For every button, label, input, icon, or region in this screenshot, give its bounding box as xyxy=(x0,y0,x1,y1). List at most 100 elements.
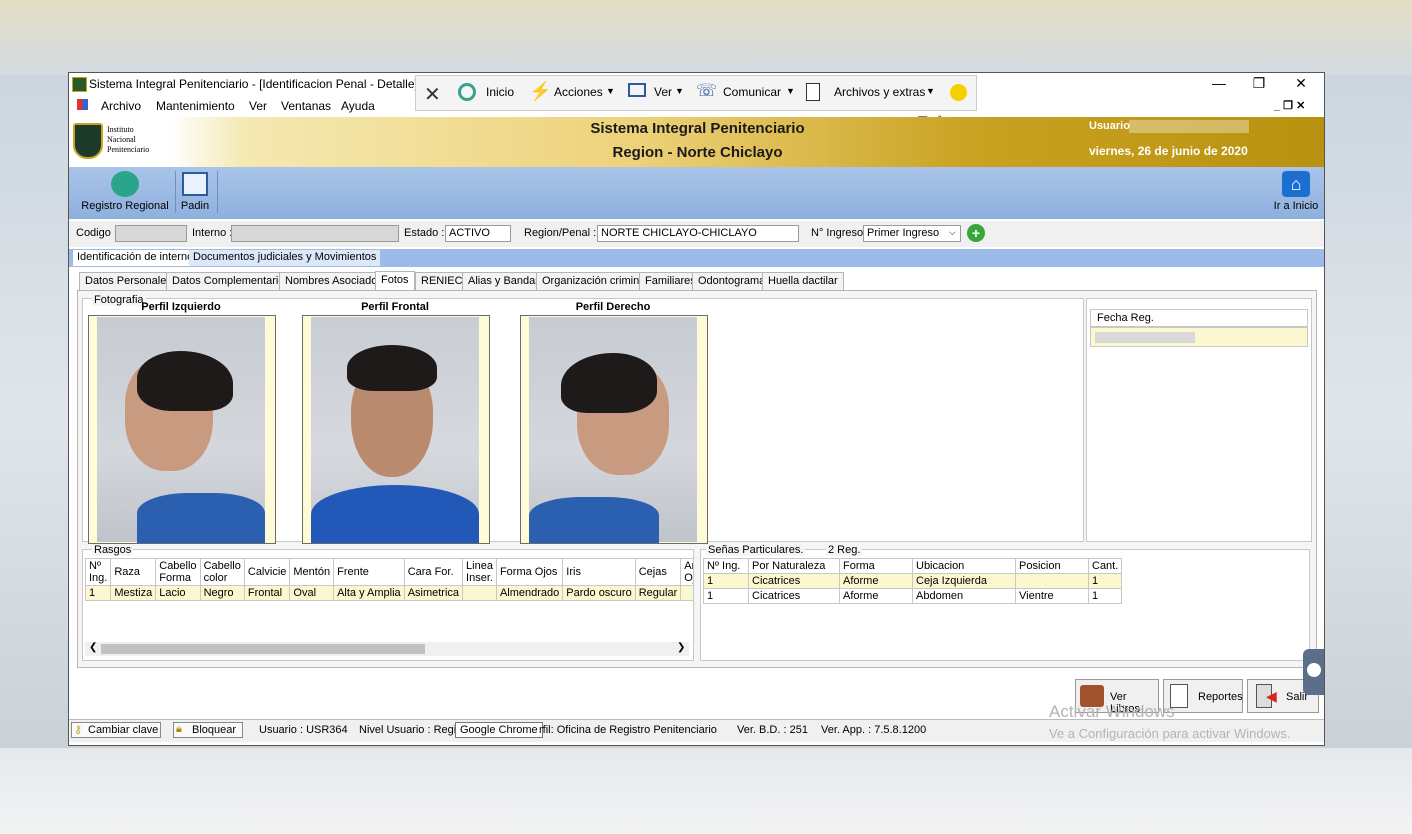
teamviewer-icon xyxy=(1307,663,1321,677)
acciones-chevron-icon: ▼ xyxy=(606,86,615,96)
nav-divider-2 xyxy=(217,171,218,213)
menu-ayuda[interactable]: Ayuda xyxy=(341,99,375,113)
interno-label: Interno : xyxy=(192,227,233,239)
tab-organizacion[interactable]: Organización criminal xyxy=(536,272,654,290)
table-row[interactable]: 1 Cicatrices Aforme Ceja Izquierda 1 xyxy=(703,573,1123,589)
table-row[interactable]: 1 Cicatrices Aforme Abdomen Vientre 1 xyxy=(703,588,1123,604)
mdi-controls[interactable]: _ ❐ ✕ xyxy=(1274,99,1305,112)
photo-right[interactable] xyxy=(520,315,708,544)
interno-field[interactable] xyxy=(231,225,399,242)
ingreso-select[interactable]: Primer Ingreso xyxy=(863,225,961,242)
remote-side-tab[interactable] xyxy=(1303,649,1324,695)
bloquear-button[interactable]: 🔒︎ Bloquear xyxy=(173,722,243,738)
reportes-button[interactable]: Reportes xyxy=(1163,679,1243,713)
scroll-left-icon[interactable]: ❮ xyxy=(89,642,97,653)
shirt-silhouette xyxy=(311,485,479,543)
cell-calvicie: Frontal xyxy=(243,585,291,601)
profile-left-image xyxy=(97,317,265,543)
cambiar-clave-button[interactable]: ⚷ Cambiar clave xyxy=(71,722,161,738)
shirt-silhouette xyxy=(137,493,265,543)
col-raza: Raza xyxy=(110,558,157,586)
header-banner: Instituto Nacional Penitenciario Sistema… xyxy=(69,117,1324,167)
rasgos-label: Rasgos xyxy=(92,544,134,556)
status-app: Ver. App. : 7.5.8.1200 xyxy=(821,724,927,736)
remote-acciones[interactable]: Acciones xyxy=(554,85,603,99)
photo-left[interactable] xyxy=(88,315,276,544)
photo-front[interactable] xyxy=(302,315,490,544)
senas-table: Nº Ing. Por Naturaleza Forma Ubicacion P… xyxy=(703,558,1123,604)
activation-watermark-text: Ve a Configuración para activar Windows. xyxy=(1049,726,1291,741)
tab-alias[interactable]: Alias y Bandas xyxy=(462,272,547,290)
status-perfil: rfil: Oficina de Registro Penitenciario xyxy=(539,724,717,736)
tab-odontograma[interactable]: Odontograma xyxy=(692,272,772,290)
add-icon[interactable]: + xyxy=(967,224,985,242)
cell-forma: Aforme xyxy=(839,588,913,604)
fecha-panel: Fecha Reg. xyxy=(1086,298,1312,542)
building-icon xyxy=(111,171,139,197)
col-linea: Linea Inser. xyxy=(462,558,497,586)
codigo-field[interactable] xyxy=(115,225,187,242)
col-naturaleza: Por Naturaleza xyxy=(748,558,840,574)
nav-bar: Registro Regional Padin ⌂ Ir a Inicio xyxy=(69,167,1324,219)
smiley-icon[interactable] xyxy=(950,84,967,101)
scroll-thumb[interactable] xyxy=(101,644,425,654)
lightning-icon: ⚡ xyxy=(529,81,552,101)
table-row[interactable]: 1 Mestiza Lacio Negro Frontal Oval Alta … xyxy=(84,585,693,601)
cell-ning: 1 xyxy=(703,588,749,604)
restore-button[interactable]: ❐ xyxy=(1244,75,1274,92)
shirt-silhouette xyxy=(529,497,659,543)
cell-iris: Pardo oscuro xyxy=(562,585,636,601)
perfil-frontal-label: Perfil Frontal xyxy=(361,301,429,313)
tab-reniec[interactable]: RENIEC xyxy=(415,272,469,290)
rasgos-hscrollbar[interactable]: ❮ ❯ xyxy=(85,642,689,656)
senas-group: Nº Ing. Por Naturaleza Forma Ubicacion P… xyxy=(700,549,1310,661)
senas-count: 2 Reg. xyxy=(826,544,863,556)
remote-toolbar: ✕ Inicio ⚡ Acciones ▼ Ver ▼ ☏ Comunicar … xyxy=(415,75,977,111)
tab-identificacion[interactable]: Identificación de interno xyxy=(73,250,198,266)
menu-ver[interactable]: Ver xyxy=(249,99,267,113)
cell-cara: Asimetrica xyxy=(403,585,464,601)
codigo-label: Codigo : xyxy=(76,227,117,239)
tab-datos-complementarios[interactable]: Datos Complementarios xyxy=(166,272,296,290)
padin-button[interactable]: Padin xyxy=(177,169,213,215)
cell-ubicacion: Abdomen xyxy=(912,588,1016,604)
tab-nombres-asociados[interactable]: Nombres Asociados xyxy=(279,272,389,290)
tab-huella[interactable]: Huella dactilar xyxy=(762,272,844,290)
remote-ver[interactable]: Ver xyxy=(654,85,672,99)
fecha-redacted xyxy=(1095,332,1195,343)
registro-regional-button[interactable]: Registro Regional xyxy=(77,169,173,215)
remote-close-icon[interactable]: ✕ xyxy=(424,82,441,107)
tab-datos-personales[interactable]: Datos Personales xyxy=(79,272,178,290)
col-cant: Cant. xyxy=(1087,558,1123,574)
nav-divider xyxy=(175,171,176,213)
reportes-label: Reportes xyxy=(1198,691,1243,703)
menu-archivo[interactable]: Archivo xyxy=(101,99,141,113)
remote-comunicar[interactable]: Comunicar xyxy=(723,85,781,99)
chrome-tooltip: Google Chrome xyxy=(455,722,543,738)
fecha-row[interactable] xyxy=(1090,327,1308,347)
home-label: Ir a Inicio xyxy=(1273,200,1319,212)
region-field[interactable]: NORTE CHICLAYO-CHICLAYO xyxy=(597,225,799,242)
remote-inicio[interactable]: Inicio xyxy=(486,85,514,99)
cell-anom-ojos xyxy=(680,585,693,601)
minimize-button[interactable]: — xyxy=(1204,75,1234,91)
header-date: viernes, 26 de junio de 2020 xyxy=(1089,144,1248,158)
col-forma: Forma xyxy=(839,558,913,574)
close-button[interactable]: ✕ xyxy=(1286,75,1316,92)
menu-ventanas[interactable]: Ventanas xyxy=(281,99,331,113)
estado-field[interactable]: ACTIVO xyxy=(445,225,511,242)
scroll-right-icon[interactable]: ❯ xyxy=(677,642,685,653)
registro-label: Registro Regional xyxy=(81,200,169,212)
home-button[interactable]: ⌂ Ir a Inicio xyxy=(1269,169,1323,215)
rasgos-header-row: Nº Ing. Raza Cabello Forma Cabello color… xyxy=(84,558,693,586)
app-window: Sistema Integral Penitenciario - [Identi… xyxy=(68,72,1325,746)
menu-mantenimiento[interactable]: Mantenimiento xyxy=(156,99,235,113)
status-usuario: Usuario : USR364 xyxy=(259,724,348,736)
col-calvicie: Calvicie xyxy=(243,558,291,586)
archivos-chevron-icon: ▼ xyxy=(926,86,935,96)
cell-cejas: Regular xyxy=(634,585,682,601)
tab-documentos[interactable]: Documentos judiciales y Movimientos xyxy=(189,250,381,266)
col-cara: Cara For. xyxy=(403,558,464,586)
tab-fotos[interactable]: Fotos xyxy=(375,271,415,290)
remote-archivos[interactable]: Archivos y extras xyxy=(834,85,925,99)
